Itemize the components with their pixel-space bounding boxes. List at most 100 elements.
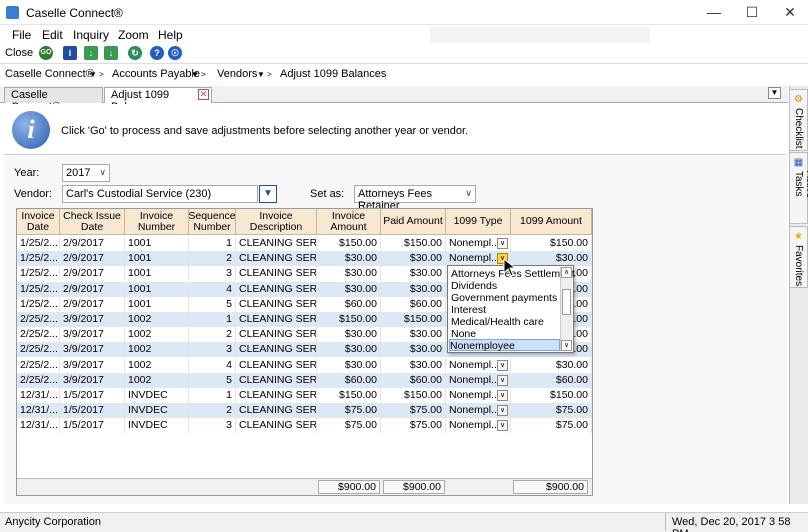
dropdown-option[interactable]: Dividends bbox=[451, 280, 561, 292]
info-icon[interactable]: i bbox=[63, 46, 77, 60]
chevron-down-icon[interactable]: ∨ bbox=[497, 405, 508, 417]
sidebar-active-tasks[interactable]: ▦ Active Tasks bbox=[789, 152, 808, 224]
cell-value: 1/25/2... bbox=[20, 297, 58, 310]
globe-icon[interactable]: ☉ bbox=[168, 46, 182, 60]
cell-type[interactable]: Nonempl... ∨ bbox=[446, 372, 511, 388]
sidebar-favorites[interactable]: ★ Favorites bbox=[789, 226, 808, 288]
cell-type[interactable]: Nonempl... ∨ bbox=[446, 388, 511, 403]
chevron-down-icon[interactable]: ∨ bbox=[497, 359, 508, 371]
col-1099-type[interactable]: 1099 Type bbox=[446, 209, 511, 235]
chevron-down-icon[interactable]: ∨ bbox=[497, 390, 508, 401]
table-row[interactable]: 2/25/2... 3/9/2017 1002 4 CLEANING SERV... $3… bbox=[17, 357, 592, 373]
cell-value: $150.00 bbox=[404, 237, 442, 249]
checklist-icon: ⚙ bbox=[793, 94, 804, 105]
menu-help[interactable]: Help bbox=[158, 28, 183, 42]
help-icon[interactable]: ? bbox=[150, 46, 164, 60]
dropdown-option[interactable]: Interest bbox=[451, 304, 561, 316]
cell-value: 1 bbox=[226, 237, 232, 249]
sidebar-checklist[interactable]: ⚙ Checklist bbox=[789, 89, 808, 151]
cell-seq: 1 bbox=[189, 312, 236, 327]
table-row[interactable]: 2/25/2... 3/9/2017 1002 5 CLEANING SERV... $6… bbox=[17, 372, 592, 388]
cell-value: 1/5/2017 bbox=[63, 389, 104, 401]
cell-value: 1002 bbox=[128, 328, 152, 341]
tab-caselle-connect[interactable]: Caselle Connect® bbox=[4, 87, 103, 113]
window-title: Caselle Connect® bbox=[26, 6, 123, 20]
breadcrumb-separator[interactable]: ▼ > bbox=[89, 70, 104, 79]
scroll-thumb[interactable] bbox=[562, 289, 571, 315]
menu-edit[interactable]: Edit bbox=[42, 28, 63, 42]
app-icon bbox=[6, 6, 19, 19]
cell-seq: 1 bbox=[189, 236, 236, 251]
menu-zoom[interactable]: Zoom bbox=[118, 28, 149, 42]
dropdown-scrollbar[interactable]: ∧ ∨ bbox=[560, 267, 572, 351]
cell-inv-amt: $60.00 bbox=[317, 372, 381, 388]
menu-inquiry[interactable]: Inquiry bbox=[73, 28, 109, 42]
chevron-down-icon[interactable]: ∨ bbox=[497, 374, 508, 386]
breadcrumb-item[interactable]: Vendors bbox=[217, 68, 257, 80]
cell-paid: $30.00 bbox=[381, 342, 446, 358]
maximize-icon[interactable]: ☐ bbox=[732, 0, 772, 24]
cell-type[interactable]: Nonempl... ∨ bbox=[446, 236, 511, 251]
chevron-down-icon[interactable]: ∨ bbox=[497, 420, 508, 432]
cell-inv-num: INVDEC bbox=[125, 418, 189, 434]
close-icon[interactable]: ✕ bbox=[770, 0, 808, 24]
cell-paid: $30.00 bbox=[381, 251, 446, 267]
breadcrumb-separator[interactable]: ▼ > bbox=[257, 70, 272, 79]
scroll-up-icon[interactable]: ∧ bbox=[561, 267, 572, 278]
cell-amt1099: $150.00 bbox=[511, 388, 592, 403]
cell-value: 2 bbox=[226, 252, 232, 265]
set-as-select[interactable]: Attorneys Fees Retainer ∨ bbox=[354, 185, 476, 212]
cell-type[interactable]: Nonempl... ∨ bbox=[446, 403, 511, 419]
close-button[interactable]: Close bbox=[5, 47, 33, 59]
tab-menu-icon[interactable]: ▼ bbox=[768, 87, 781, 99]
breadcrumb-item[interactable]: Accounts Payable bbox=[112, 68, 200, 80]
breadcrumb-separator[interactable]: ▼ > bbox=[191, 70, 206, 79]
dropdown-option[interactable]: Medical/Health care bbox=[451, 316, 561, 328]
cell-paid: $30.00 bbox=[381, 327, 446, 343]
table-row[interactable]: 12/31/... 1/5/2017 INVDEC 3 CLEANING SERV...… bbox=[17, 418, 592, 434]
cell-chk-date: 3/9/2017 bbox=[60, 372, 125, 388]
cell-type[interactable]: Nonempl... ∨ bbox=[446, 418, 511, 434]
cell-value: 1001 bbox=[128, 282, 152, 295]
cell-desc: CLEANING SERV... bbox=[236, 266, 317, 282]
cell-type[interactable]: Nonempl... ∨ bbox=[446, 251, 511, 267]
minimize-icon[interactable]: — bbox=[694, 0, 734, 24]
col-invoice-number[interactable]: Invoice Number bbox=[125, 209, 189, 235]
col-check-issue-date[interactable]: Check Issue Date bbox=[60, 209, 125, 235]
cell-value: 1/25/2... bbox=[20, 237, 58, 249]
cell-type[interactable]: Nonempl... ∨ bbox=[446, 357, 511, 373]
table-row[interactable]: 12/31/... 1/5/2017 INVDEC 1 CLEANING SERV...… bbox=[17, 388, 592, 403]
year-select[interactable]: 2017 ∨ bbox=[62, 164, 110, 182]
cell-paid: $75.00 bbox=[381, 403, 446, 419]
col-invoice-date[interactable]: Invoice Date bbox=[17, 209, 60, 235]
table-row[interactable]: 1/25/2... 2/9/2017 1001 1 CLEANING SERV... $1… bbox=[17, 236, 592, 251]
table-row[interactable]: 12/31/... 1/5/2017 INVDEC 2 CLEANING SERV...… bbox=[17, 403, 592, 419]
cell-value: $30.00 bbox=[555, 358, 588, 371]
cell-value: 5 bbox=[226, 373, 232, 386]
cell-value: 1001 bbox=[128, 252, 152, 265]
col-invoice-description[interactable]: Invoice Description bbox=[236, 209, 317, 235]
col-paid-amount[interactable]: Paid Amount bbox=[381, 209, 446, 235]
dropdown-option-selected[interactable]: Nonemployee bbox=[449, 339, 560, 352]
breadcrumb-item[interactable]: Caselle Connect® bbox=[5, 68, 94, 80]
cell-value: 2/25/2... bbox=[20, 328, 58, 341]
col-invoice-amount[interactable]: Invoice Amount bbox=[317, 209, 381, 235]
dropdown-option[interactable]: Government payments bbox=[451, 292, 561, 304]
col-1099-amount[interactable]: 1099 Amount bbox=[511, 209, 592, 235]
vendor-input[interactable]: Carl's Custodial Service (230) bbox=[62, 185, 258, 203]
cell-chk-date: 3/9/2017 bbox=[60, 357, 125, 373]
scroll-down-icon[interactable]: ∨ bbox=[561, 340, 572, 351]
menu-file[interactable]: File bbox=[12, 28, 31, 42]
refresh-icon[interactable]: ↻ bbox=[128, 46, 142, 60]
tab-adjust-1099[interactable]: Adjust 1099 Balances bbox=[104, 87, 212, 113]
col-sequence-number[interactable]: Sequence Number bbox=[188, 209, 236, 235]
download-all-icon[interactable]: ↓ bbox=[104, 46, 118, 60]
tab-close-icon[interactable]: ✕ bbox=[198, 89, 209, 100]
cell-value: $30.00 bbox=[344, 343, 377, 356]
go-button[interactable]: GO bbox=[39, 46, 53, 60]
chevron-down-icon[interactable]: ∨ bbox=[497, 238, 508, 249]
1099-type-dropdown[interactable]: Attorneys Fees Settlement Dividends Gove… bbox=[447, 265, 575, 353]
cell-value: $150.00 bbox=[550, 237, 588, 249]
vendor-dropdown-button[interactable]: ▼ bbox=[259, 185, 277, 203]
download-icon[interactable]: ↓ bbox=[84, 46, 98, 60]
